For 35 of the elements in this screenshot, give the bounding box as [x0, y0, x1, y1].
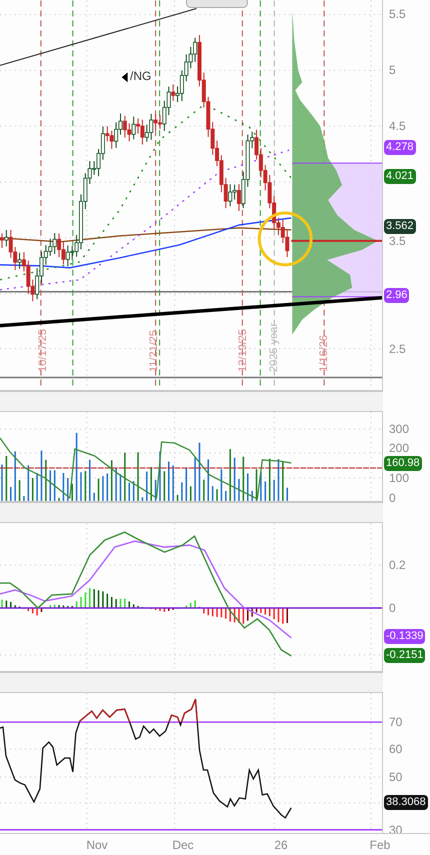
- price-badge: -0.2151: [384, 648, 426, 663]
- price-badge: 160.98: [384, 456, 422, 471]
- axis-label: 2.5: [389, 342, 406, 356]
- price-badge: 3.562: [384, 219, 416, 234]
- triangle-icon: [122, 72, 128, 82]
- price-badge: -0.1339: [384, 629, 426, 644]
- symbol-label: /NG: [130, 69, 152, 83]
- axis-label: Nov: [86, 838, 108, 852]
- axis-label: 70: [389, 715, 402, 729]
- highlight-circle: [258, 211, 313, 266]
- axis-label: 3.5: [389, 234, 406, 248]
- axis-label: 0: [389, 491, 396, 505]
- date-marker-label: 2025 year: [268, 323, 280, 372]
- date-marker-label: 12/19/25: [237, 329, 249, 372]
- axis-label: 26: [274, 838, 288, 852]
- price-badge: 38.3068: [384, 795, 428, 810]
- date-marker-label: 1/16/26: [318, 335, 330, 372]
- axis-label: Feb: [370, 838, 390, 852]
- axis-label: 5.5: [389, 7, 406, 21]
- axis-label: 200: [389, 441, 410, 455]
- price-badge: 4.278: [384, 140, 416, 155]
- tooltip-bubble: [186, 0, 248, 8]
- date-marker-label: 11/21/25: [148, 330, 160, 372]
- axis-label: 0.2: [389, 558, 406, 572]
- axis-label: 100: [389, 471, 410, 485]
- price-badge: 2.96: [384, 288, 410, 303]
- axis-label: 4.5: [389, 119, 406, 133]
- axis-label: 60: [389, 742, 402, 756]
- axis-label: 5: [389, 63, 396, 77]
- axis-label: 50: [389, 770, 402, 784]
- price-badge: 4.021: [384, 169, 416, 184]
- axis-label: 300: [389, 422, 410, 436]
- axis-label: Dec: [172, 838, 194, 852]
- axis-label: 0: [389, 601, 396, 615]
- date-marker-label: 10/17/25: [37, 329, 49, 372]
